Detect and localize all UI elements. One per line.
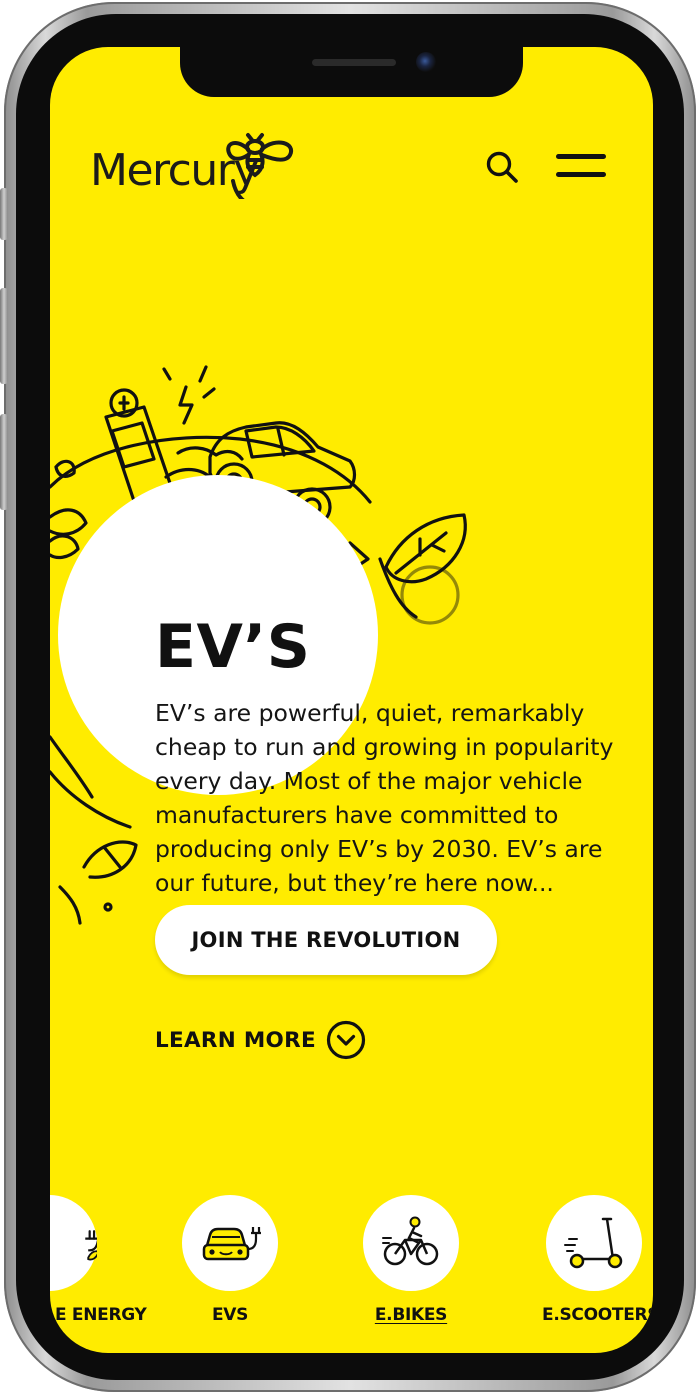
- bee-icon: [226, 133, 294, 199]
- join-the-revolution-button[interactable]: JOIN THE REVOLUTION: [155, 905, 497, 975]
- hero-description: EV’s are powerful, quiet, remarkably che…: [155, 698, 614, 897]
- category-label-ebikes[interactable]: E.BIKES: [363, 1305, 459, 1325]
- page-title: EV’S: [155, 612, 311, 683]
- mercury-logo[interactable]: Mercury: [90, 125, 300, 205]
- learn-more-label: LEARN MORE: [155, 1027, 316, 1053]
- earpiece-speaker: [312, 59, 396, 66]
- ebike-icon: [382, 1216, 439, 1266]
- chevron-down-circle-icon: [326, 1020, 366, 1060]
- ev-car-icon: [202, 1227, 261, 1261]
- hamburger-menu-icon[interactable]: [556, 152, 608, 180]
- plug-leaf-icon: [85, 1230, 97, 1261]
- category-label-e-energy[interactable]: E ENERGY: [55, 1305, 147, 1325]
- category-escooters[interactable]: [546, 1195, 642, 1291]
- search-icon[interactable]: [485, 150, 519, 184]
- learn-more-link[interactable]: LEARN MORE: [155, 1018, 366, 1062]
- category-label-escooters[interactable]: E.SCOOTERS: [542, 1305, 653, 1325]
- menu-bar-top: [556, 154, 606, 159]
- category-e-energy[interactable]: [50, 1195, 97, 1291]
- menu-bar-bottom: [556, 172, 606, 177]
- phone-screen: Mercury EV’S EV’s are powerful, quiet, r…: [50, 47, 653, 1353]
- category-label-evs[interactable]: EVS: [182, 1305, 278, 1325]
- volume-up-button: [0, 288, 8, 384]
- phone-notch: [180, 47, 523, 97]
- front-camera: [416, 52, 436, 72]
- volume-down-button: [0, 414, 8, 510]
- category-evs[interactable]: [182, 1195, 278, 1291]
- escooter-icon: [564, 1217, 623, 1269]
- side-button: [0, 188, 8, 240]
- category-ebikes[interactable]: [363, 1195, 459, 1291]
